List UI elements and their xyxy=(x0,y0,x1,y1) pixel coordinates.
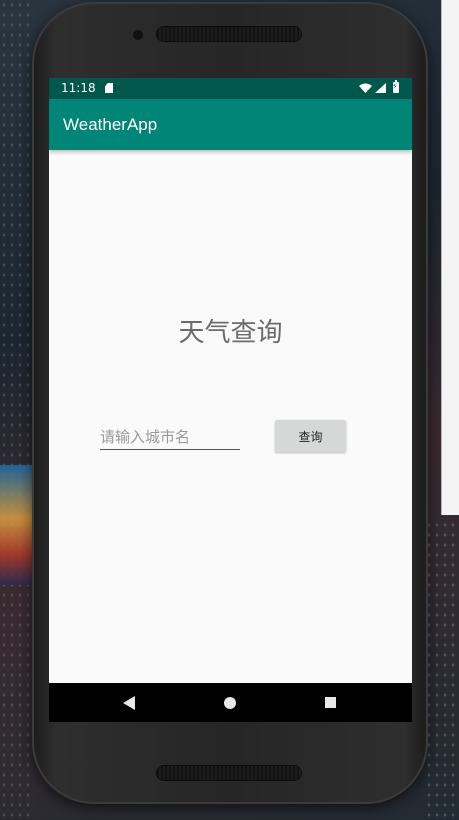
background-wallpaper-left xyxy=(0,0,35,820)
background-poster xyxy=(0,465,32,585)
city-name-input[interactable] xyxy=(100,425,240,450)
sd-card-icon xyxy=(105,83,113,93)
background-window-edge xyxy=(441,0,459,515)
back-icon[interactable] xyxy=(123,696,135,710)
signal-icon xyxy=(375,83,386,93)
app-bar: WeatherApp xyxy=(49,99,412,150)
battery-charging-icon xyxy=(392,80,399,93)
home-icon[interactable] xyxy=(224,697,236,709)
phone-frame: 11:18 WeatherApp 天气查询 查询 xyxy=(32,2,428,804)
bottom-speaker xyxy=(157,766,301,780)
background-wallpaper-right xyxy=(425,520,459,820)
top-speaker xyxy=(157,27,301,41)
status-time: 11:18 xyxy=(61,81,96,95)
query-button[interactable]: 查询 xyxy=(275,420,346,452)
status-bar: 11:18 xyxy=(49,78,412,99)
navigation-bar xyxy=(49,683,412,722)
device-screen: 11:18 WeatherApp 天气查询 查询 xyxy=(49,78,412,722)
wifi-icon xyxy=(359,83,372,93)
app-title: WeatherApp xyxy=(63,115,158,134)
front-camera xyxy=(133,30,143,40)
recent-apps-icon[interactable] xyxy=(325,697,336,708)
page-title: 天气查询 xyxy=(178,318,283,348)
